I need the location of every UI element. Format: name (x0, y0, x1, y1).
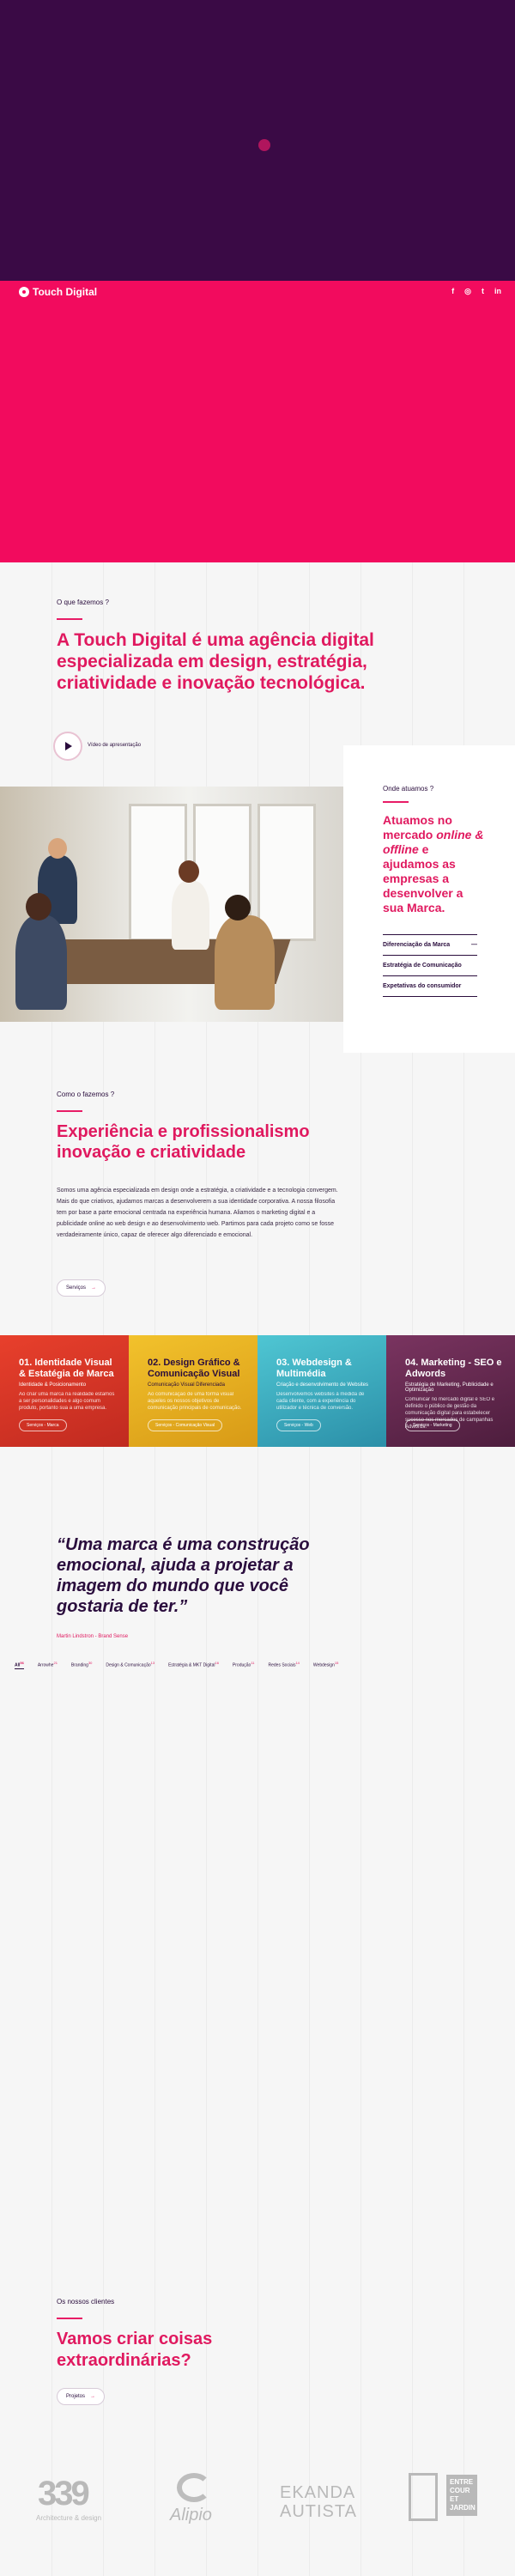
where-eyebrow: Onde atuamos ? (383, 785, 434, 793)
filter-strategy[interactable]: Estratégia & MKT Digital16 (168, 1661, 219, 1669)
office-photo (0, 787, 343, 1022)
filter-arrowhe[interactable]: Arrowhe21 (38, 1661, 58, 1669)
loading-dot (258, 139, 270, 151)
how-underline (57, 1110, 82, 1112)
facebook-icon[interactable]: f (451, 287, 454, 296)
arrow-right-icon: — (471, 942, 477, 948)
projects-button[interactable]: Projetos → (57, 2388, 106, 2405)
portfolio-filters: All56 Arrowhe21 Branding30 Design & Comu… (15, 1661, 338, 1669)
brand-name: Touch Digital (33, 286, 98, 298)
arrow-right-icon: → (91, 1285, 97, 1291)
where-title: Atuamos no mercado online & offline e aj… (383, 813, 484, 914)
filter-design[interactable]: Design & Comunicação13 (106, 1661, 154, 1669)
logo-339-sub: Architecture & design (36, 2514, 102, 2522)
filter-all[interactable]: All56 (15, 1661, 24, 1669)
brand-logo[interactable]: Touch Digital (19, 286, 97, 298)
filter-social[interactable]: Redes Sociais14 (268, 1661, 299, 1669)
brand-quote: “Uma marca é uma construção emocional, a… (57, 1535, 310, 1616)
play-icon (65, 742, 72, 750)
filter-branding[interactable]: Branding30 (71, 1661, 92, 1669)
how-eyebrow: Como o fazemos ? (57, 1091, 115, 1098)
filter-webdesign[interactable]: Webdesign15 (313, 1661, 338, 1669)
service-button[interactable]: Serviços - Marca (19, 1419, 67, 1431)
quote-author: Martin Lindstron - Brand Sense (57, 1634, 129, 1639)
intro-underline (57, 618, 82, 620)
clients-eyebrow: Os nossos clientes (57, 2298, 115, 2306)
service-card-design[interactable]: 02. Design Gráfico & Comunicação Visual … (129, 1335, 258, 1447)
where-item-consumer[interactable]: Expetativas do consumidor (383, 976, 477, 997)
twitter-icon[interactable]: t (482, 287, 484, 296)
how-title: Experiência e profissionalismo inovação … (57, 1122, 310, 1162)
logo-339: 339 (38, 2475, 90, 2512)
intro-eyebrow: O que fazemos ? (57, 598, 109, 606)
arrow-right-icon: → (90, 2394, 96, 2399)
logo-alipio: Alipio (170, 2506, 212, 2524)
logo-icon (19, 287, 29, 297)
video-label[interactable]: Vídeo de apresentação (88, 743, 141, 748)
logo-ecj-icon (409, 2473, 438, 2521)
linkedin-icon[interactable]: in (494, 287, 501, 296)
clients-underline (57, 2318, 82, 2319)
logo-ecj: ENTRE COUR ET JARDIN (446, 2475, 477, 2516)
logo-alipio-icon (177, 2473, 211, 2502)
intro-title: A Touch Digital é uma agência digital es… (57, 630, 374, 693)
filter-production[interactable]: Produção11 (233, 1661, 255, 1669)
where-item-brand[interactable]: Diferenciação da Marca — (383, 934, 477, 956)
services-button[interactable]: Serviços → (57, 1279, 106, 1297)
how-description: Somos uma agência especializada em desig… (57, 1188, 338, 1238)
logo-ekanda: EKANDA AUTISTA (280, 2483, 357, 2521)
service-button[interactable]: Serviços - Comunicação Visual (148, 1419, 223, 1431)
social-links: f ◎ t in (451, 287, 501, 296)
clients-title: Vamos criar coisas extraordinárias? (57, 2330, 213, 2370)
hero-pink-banner (0, 281, 515, 562)
service-card-web[interactable]: 03. Webdesign & Multimédia Criação e des… (258, 1335, 386, 1447)
services-strip: 01. Identidade Visual & Estatégia de Mar… (0, 1335, 515, 1447)
where-card: Onde atuamos ? Atuamos no mercado online… (343, 745, 515, 1053)
play-video-button[interactable] (53, 732, 82, 761)
instagram-icon[interactable]: ◎ (464, 287, 471, 296)
hero-video-area (0, 0, 515, 281)
where-item-communication[interactable]: Estratégia de Comunicação (383, 956, 477, 976)
service-button[interactable]: Serviços - Marketing (405, 1419, 460, 1431)
service-card-identity[interactable]: 01. Identidade Visual & Estatégia de Mar… (0, 1335, 129, 1447)
where-underline (383, 801, 409, 803)
service-button[interactable]: Serviços - Web (276, 1419, 321, 1431)
service-card-marketing[interactable]: 04. Marketing - SEO e Adwords Estratégia… (386, 1335, 515, 1447)
client-logos: 339 Architecture & design Alipio EKANDA A… (0, 2464, 515, 2550)
